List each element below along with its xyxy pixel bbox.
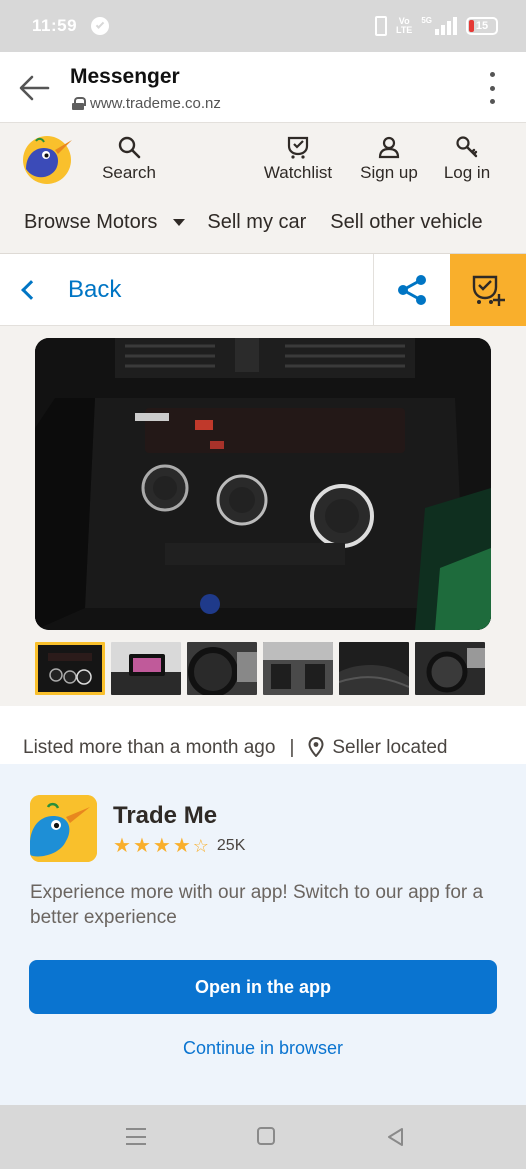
location-pin-icon	[308, 737, 324, 757]
seller-location: Seller located	[332, 737, 448, 758]
lock-icon	[72, 97, 86, 110]
thumbnail-1[interactable]	[35, 642, 105, 695]
network-type: 5G	[421, 15, 432, 25]
browse-motors-link[interactable]: Browse Motors	[24, 211, 157, 234]
more-options-icon[interactable]	[488, 72, 496, 104]
continue-in-browser-link[interactable]: Continue in browser	[0, 1038, 526, 1059]
thumbnail-image	[187, 642, 257, 695]
search-button[interactable]: Search	[98, 135, 160, 183]
login-button[interactable]: Log in	[440, 135, 494, 183]
thumbnail-image	[38, 645, 102, 692]
status-indicators: Vo LTE 5G 15	[374, 15, 498, 36]
search-label: Search	[102, 163, 156, 182]
main-listing-photo[interactable]	[35, 338, 491, 630]
car-console-image	[35, 338, 491, 630]
add-to-watchlist-button[interactable]	[450, 254, 526, 326]
star-filled-icon: ★	[152, 835, 171, 857]
thumbnail-6[interactable]	[415, 642, 485, 695]
watchlist-icon	[287, 136, 309, 159]
watchlist-label: Watchlist	[263, 163, 333, 182]
url-row: www.trademe.co.nz	[72, 95, 221, 112]
chevron-left-icon	[21, 280, 41, 300]
star-filled-icon: ★	[113, 835, 131, 857]
thumbnail-4[interactable]	[263, 642, 333, 695]
site-header: Search Watchlist Sign up Log in Browse M…	[0, 123, 526, 254]
recents-icon[interactable]	[126, 1128, 146, 1145]
home-icon[interactable]	[257, 1127, 275, 1145]
back-label: Back	[68, 276, 122, 303]
thumbnail-3[interactable]	[187, 642, 257, 695]
listing-meta: Listed more than a month ago | Seller lo…	[0, 706, 526, 764]
banner-message: Experience more with our app! Switch to …	[30, 882, 484, 928]
star-empty-icon: ☆	[192, 836, 209, 856]
search-icon	[118, 136, 141, 159]
thumbnail-image	[111, 642, 181, 695]
category-nav: Browse Motors Sell my car Sell other veh…	[24, 211, 483, 234]
meta-separator: |	[289, 737, 295, 758]
watchlist-button[interactable]: Watchlist	[258, 135, 338, 183]
trademe-logo[interactable]	[22, 135, 74, 185]
vibrate-icon	[374, 16, 387, 36]
kiwi-logo-icon	[30, 795, 97, 862]
thumbnail-image	[415, 642, 485, 695]
status-time: 11:59	[32, 16, 78, 35]
thumbnail-image	[339, 642, 409, 695]
rating-count: 25K	[216, 837, 246, 854]
app-name: Trade Me	[113, 802, 218, 829]
share-button[interactable]	[373, 254, 450, 326]
battery-level: 15	[475, 20, 489, 32]
browser-url: www.trademe.co.nz	[90, 95, 221, 112]
share-icon	[398, 275, 426, 305]
browser-tab-header: Messenger www.trademe.co.nz	[0, 52, 526, 123]
listed-date: Listed more than a month ago	[23, 737, 276, 758]
person-icon	[378, 136, 400, 159]
login-label: Log in	[443, 163, 491, 182]
star-filled-icon: ★	[172, 835, 191, 857]
signup-button[interactable]: Sign up	[356, 135, 422, 183]
status-bar: 11:59 Vo LTE 5G 15	[0, 0, 526, 52]
app-install-banner: Trade Me ★ ★ ★ ★ ☆ 25K Experience more w…	[0, 764, 526, 1105]
signup-label: Sign up	[360, 163, 418, 182]
back-button[interactable]: Back	[18, 254, 121, 326]
thumbnail-2[interactable]	[111, 642, 181, 695]
signal-icon	[435, 17, 457, 35]
thumbnail-image	[263, 642, 333, 695]
back-arrow-icon[interactable]	[18, 74, 50, 102]
sell-my-car-link[interactable]: Sell my car	[207, 211, 306, 234]
watchlist-add-icon	[472, 275, 505, 306]
thumbnail-strip	[35, 642, 485, 695]
browser-title: Messenger	[70, 65, 180, 88]
chevron-down-icon[interactable]	[173, 219, 186, 226]
app-rating: ★ ★ ★ ★ ☆ 25K	[113, 836, 245, 856]
star-filled-icon: ★	[132, 835, 151, 857]
messenger-notification-icon	[91, 17, 110, 35]
photo-gallery	[0, 326, 526, 706]
trademe-app-logo	[30, 795, 97, 862]
system-back-icon[interactable]	[386, 1127, 406, 1147]
battery-icon: 15	[466, 17, 498, 35]
key-icon	[456, 136, 478, 158]
listing-action-bar: Back	[0, 254, 526, 326]
open-in-app-button[interactable]: Open in the app	[29, 960, 497, 1014]
thumbnail-5[interactable]	[339, 642, 409, 695]
volte-indicator: Vo LTE	[395, 16, 413, 35]
android-navigation-bar	[0, 1105, 526, 1169]
sell-other-vehicle-link[interactable]: Sell other vehicle	[330, 211, 482, 234]
